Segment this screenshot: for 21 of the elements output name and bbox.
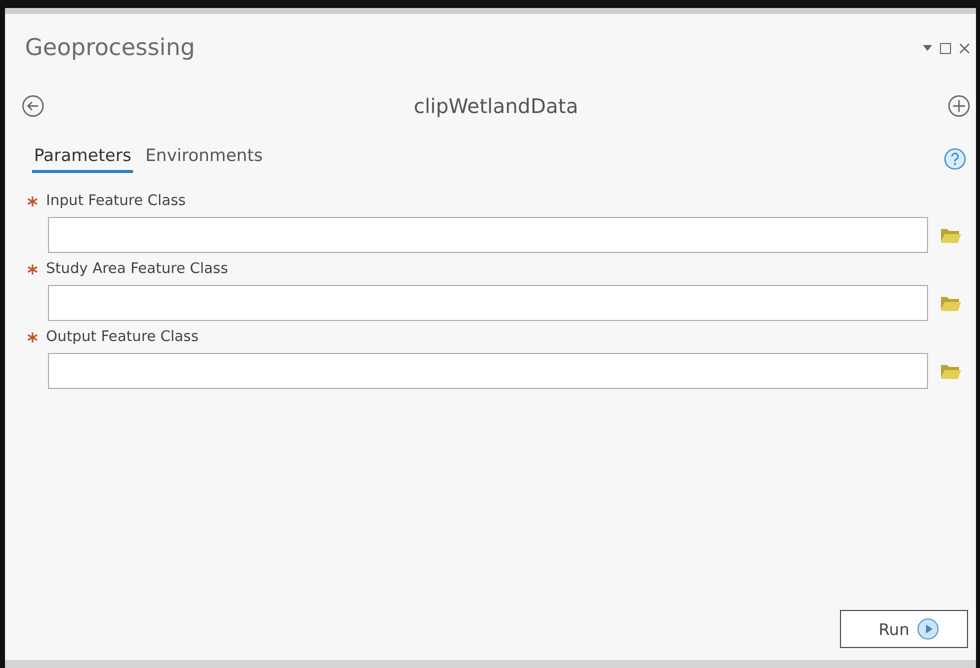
folder-icon[interactable] (940, 226, 962, 244)
folder-icon[interactable] (940, 362, 962, 380)
folder-icon[interactable] (940, 294, 962, 312)
add-icon[interactable] (948, 95, 970, 117)
parameter-label: Study Area Feature Class (46, 261, 228, 277)
maximize-icon[interactable] (940, 42, 951, 54)
close-icon[interactable] (959, 42, 970, 54)
play-icon (917, 618, 940, 640)
pane-title: Geoprocessing (25, 35, 195, 61)
help-icon[interactable] (944, 148, 966, 170)
input-field[interactable] (48, 285, 928, 321)
tab[interactable]: Parameters (32, 144, 134, 173)
run-button[interactable]: Run (840, 610, 968, 648)
back-icon[interactable] (22, 95, 44, 117)
input-field[interactable] (48, 353, 928, 389)
tab[interactable]: Environments (143, 144, 265, 173)
tool-name: clipWetlandData (414, 94, 578, 118)
dropdown-icon[interactable] (923, 45, 932, 51)
input-field[interactable] (48, 217, 928, 253)
parameter-label: Output Feature Class (46, 329, 199, 345)
parameter-label: Input Feature Class (46, 193, 186, 209)
